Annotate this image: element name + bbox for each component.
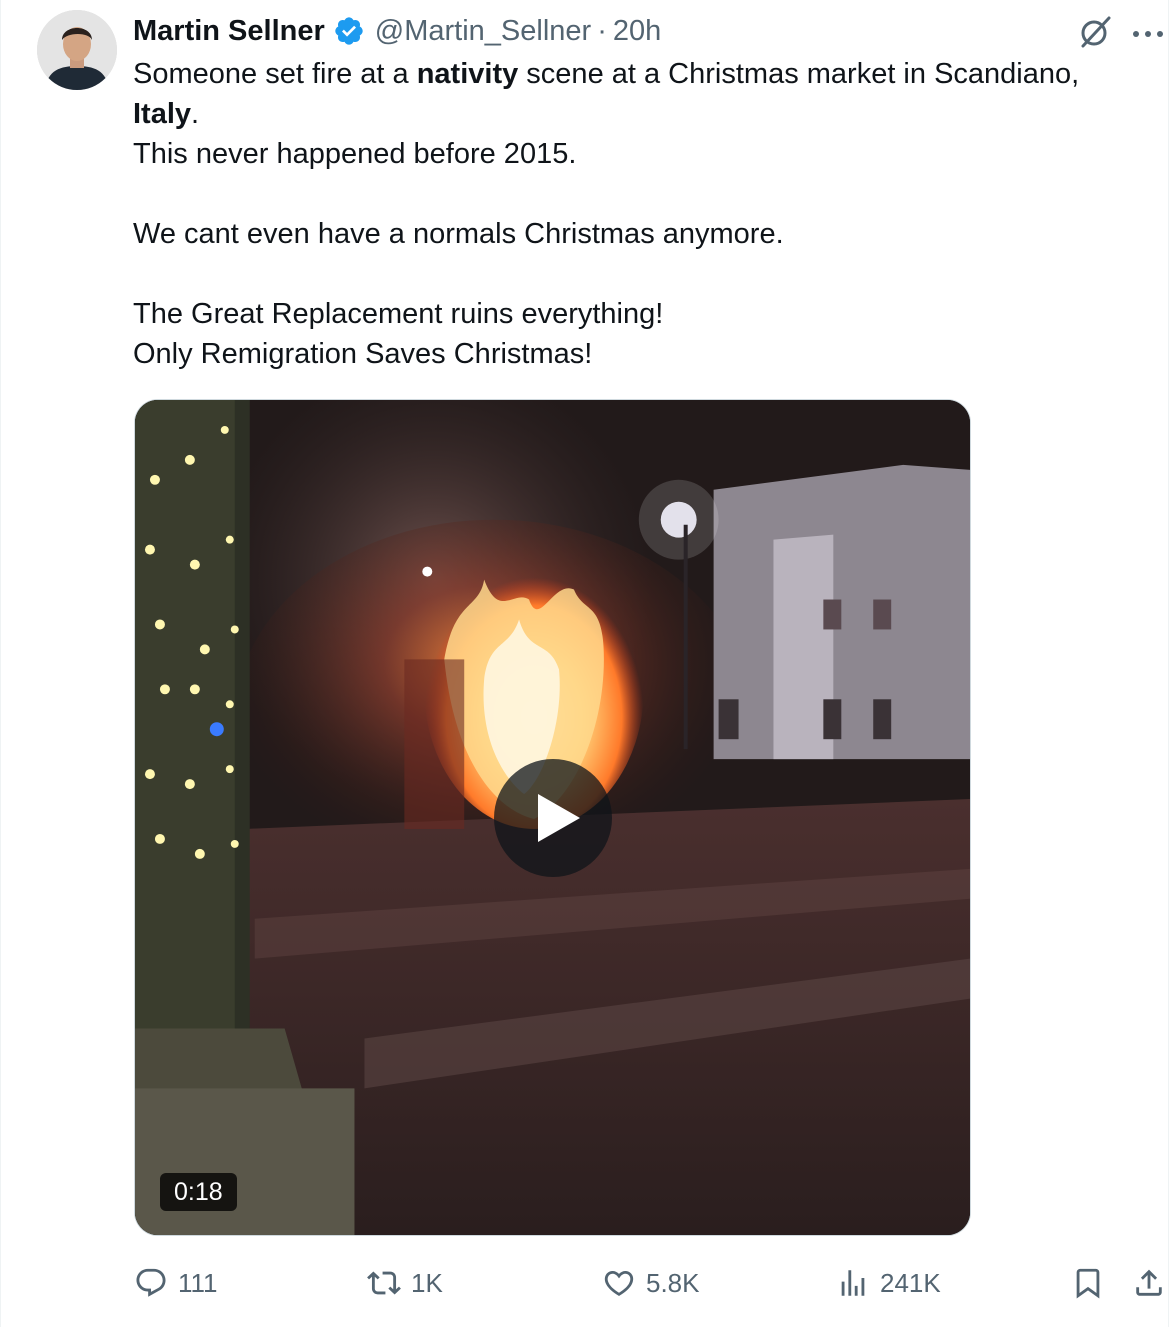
post-text-line: This never happened before 2015. bbox=[133, 138, 577, 170]
video-duration: 0:18 bbox=[160, 1173, 237, 1211]
avatar[interactable] bbox=[37, 10, 117, 90]
author-handle[interactable]: @Martin_Sellner bbox=[375, 15, 591, 48]
play-icon bbox=[538, 794, 580, 842]
reply-button[interactable]: 111 bbox=[134, 1258, 218, 1308]
repost-count: 1K bbox=[411, 1267, 443, 1298]
avatar-image bbox=[37, 10, 117, 90]
tweet[interactable]: Martin Sellner @Martin_Sellner · 20h Som… bbox=[0, 0, 1169, 1327]
post-text-line: Someone set fire at a nativity scene at … bbox=[133, 58, 1080, 90]
views-count: 241K bbox=[880, 1267, 941, 1298]
post-text-line: Only Remigration Saves Christmas! bbox=[133, 338, 593, 370]
post-text-line: We cant even have a normals Christmas an… bbox=[133, 218, 784, 250]
post-timestamp[interactable]: 20h bbox=[613, 15, 661, 48]
post-text-spacer bbox=[133, 174, 1153, 214]
video-player[interactable]: 0:18 bbox=[134, 399, 971, 1236]
like-button[interactable]: 5.8K bbox=[602, 1258, 700, 1308]
repost-icon bbox=[367, 1271, 401, 1295]
views-button[interactable]: 241K bbox=[836, 1258, 941, 1308]
heart-icon bbox=[604, 1270, 634, 1296]
share-button[interactable] bbox=[1132, 1258, 1166, 1308]
post-text-spacer bbox=[133, 254, 1153, 294]
author-name[interactable]: Martin Sellner bbox=[133, 15, 325, 48]
post-text-line: The Great Replacement ruins everything! bbox=[133, 298, 664, 330]
more-icon[interactable] bbox=[1131, 26, 1165, 37]
action-bar: 111 1K 5.8K 241K bbox=[1, 1258, 1169, 1308]
reply-icon bbox=[136, 1268, 166, 1297]
verified-badge-icon bbox=[333, 15, 365, 47]
views-icon bbox=[841, 1270, 865, 1296]
share-icon bbox=[1136, 1269, 1162, 1296]
post-text: Someone set fire at a nativity scene at … bbox=[133, 54, 1153, 374]
header-separator: · bbox=[597, 14, 607, 47]
bookmark-button[interactable] bbox=[1071, 1258, 1105, 1308]
grok-icon[interactable] bbox=[1077, 14, 1113, 50]
reply-count: 111 bbox=[178, 1267, 218, 1298]
bookmark-icon bbox=[1076, 1268, 1100, 1299]
like-count: 5.8K bbox=[646, 1267, 700, 1298]
play-button[interactable] bbox=[494, 759, 612, 877]
post-header: Martin Sellner @Martin_Sellner · 20h bbox=[133, 12, 661, 50]
repost-button[interactable]: 1K bbox=[367, 1258, 443, 1308]
post-text-line: Italy. bbox=[133, 98, 200, 130]
